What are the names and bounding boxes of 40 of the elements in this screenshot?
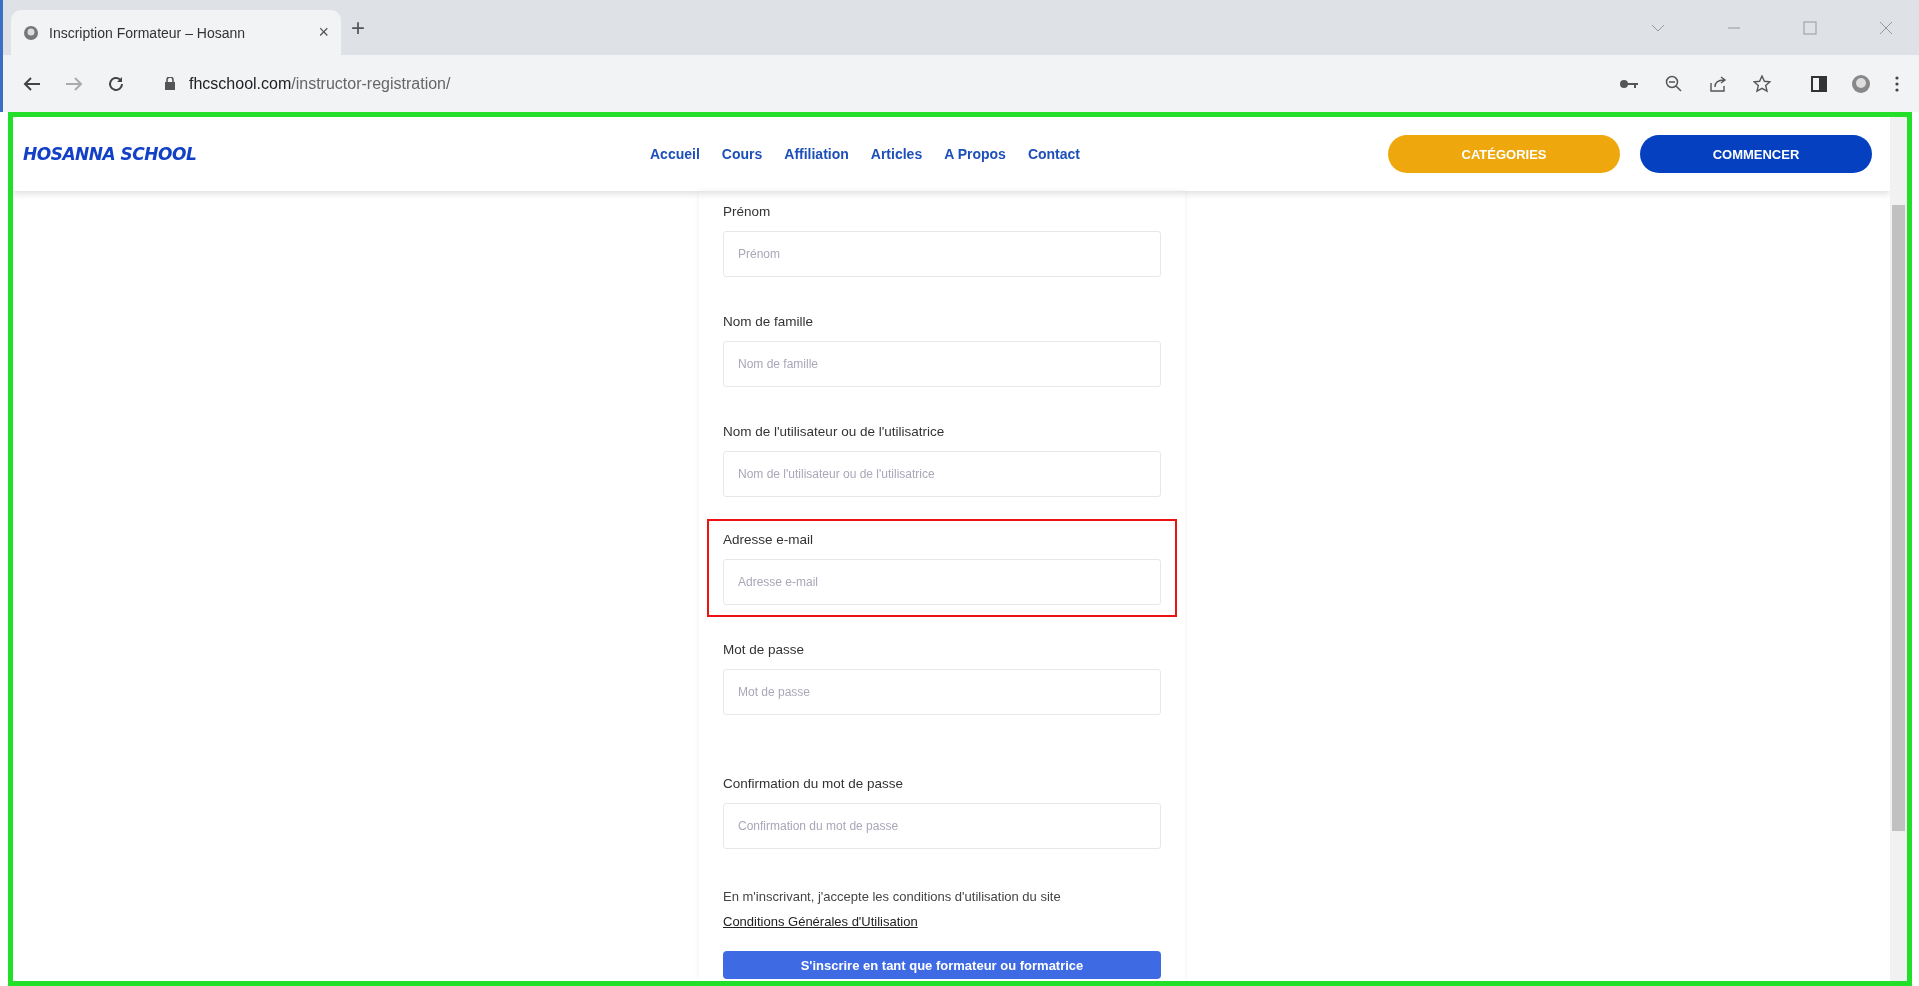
- input-field[interactable]: Prénom: [723, 231, 1161, 277]
- new-tab-button[interactable]: +: [351, 13, 365, 42]
- nav-link[interactable]: Accueil: [650, 146, 700, 162]
- input-field[interactable]: Mot de passe: [723, 669, 1161, 715]
- terms-text: En m'inscrivant, j'accepte les conditions d'utilisation du site: [723, 889, 1062, 904]
- share-icon[interactable]: [1709, 74, 1727, 93]
- bookmark-star-icon[interactable]: [1753, 74, 1771, 93]
- site-logo[interactable]: HOSANNA SCHOOL: [23, 144, 583, 164]
- input-field[interactable]: Nom de famille: [723, 341, 1161, 387]
- url-text: fhcschool.com/instructor-registration/: [189, 74, 451, 93]
- start-button[interactable]: COMMENCER: [1640, 135, 1872, 173]
- input-field[interactable]: Nom de l'utilisateur ou de l'utilisatrice: [723, 451, 1161, 497]
- reload-icon[interactable]: [107, 74, 125, 93]
- nav-link[interactable]: A Propos: [944, 146, 1006, 162]
- terms-link[interactable]: Conditions Générales d'Utilisation: [723, 914, 918, 929]
- scrollbar[interactable]: [1890, 117, 1907, 981]
- nav-link[interactable]: Cours: [721, 146, 763, 162]
- input-field[interactable]: Adresse e-mail: [723, 559, 1161, 605]
- field-label: Nom de famille: [723, 313, 815, 331]
- register-button[interactable]: S'inscrire en tant que formateur ou formatrice: [723, 951, 1161, 979]
- browser-tab[interactable]: Inscription Formateur – Hosann ×: [11, 10, 341, 55]
- field-label: Mot de passe: [723, 641, 806, 659]
- nav-link[interactable]: Affiliation: [784, 146, 849, 162]
- lock-icon: [165, 77, 175, 90]
- side-panel-icon[interactable]: [1811, 75, 1827, 92]
- key-icon[interactable]: [1619, 77, 1639, 90]
- field-label: Nom de l'utilisateur ou de l'utilisatrice: [723, 423, 946, 441]
- field-label: Adresse e-mail: [723, 531, 815, 549]
- profile-avatar-icon[interactable]: [1851, 73, 1871, 94]
- more-menu-icon[interactable]: [1895, 75, 1899, 92]
- input-field[interactable]: Confirmation du mot de passe: [723, 803, 1161, 849]
- site-favicon: [23, 24, 39, 41]
- back-arrow-icon[interactable]: [23, 75, 41, 92]
- field-label: Prénom: [723, 203, 772, 221]
- nav-link[interactable]: Articles: [870, 146, 923, 162]
- tab-title: Inscription Formateur – Hosann: [49, 24, 247, 41]
- zoom-out-icon[interactable]: [1665, 74, 1683, 93]
- close-tab-button[interactable]: ×: [318, 22, 329, 43]
- field-label: Confirmation du mot de passe: [723, 775, 905, 793]
- nav-link[interactable]: Contact: [1027, 146, 1080, 162]
